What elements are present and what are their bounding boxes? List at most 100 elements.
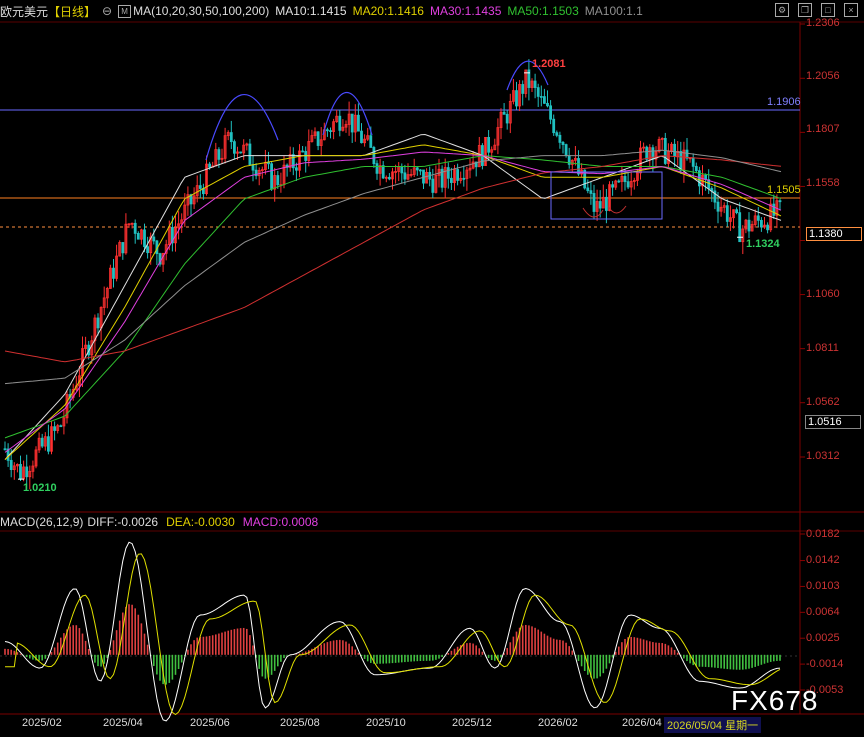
candle-body: [725, 205, 729, 222]
candle-body: [143, 229, 146, 248]
date-tick: 2025/04: [103, 717, 143, 729]
candle-body: [270, 163, 274, 190]
left-price-badge: 1.0516: [805, 415, 861, 429]
date-tick: 2025/02: [22, 717, 62, 729]
candle-body: [248, 143, 252, 166]
candle-body: [403, 172, 407, 180]
period-label[interactable]: 【日线】: [48, 3, 96, 20]
candle-body: [400, 166, 404, 174]
ma-params[interactable]: MA(10,20,30,50,100,200): [133, 4, 269, 18]
candle-body: [456, 169, 460, 181]
candle-body: [152, 236, 156, 242]
candle-body: [121, 242, 125, 254]
candle-body: [558, 134, 562, 143]
candle-body: [694, 165, 698, 172]
recent-low-label: 1.1324: [746, 238, 780, 250]
candle-body: [462, 177, 466, 180]
fx678-watermark: FX678: [731, 685, 819, 716]
candle-body: [59, 425, 63, 428]
candle-body: [47, 436, 50, 452]
chart-header: 欧元美元 【日线】 ⊖ M MA(10,20,30,50,100,200) MA…: [0, 0, 864, 22]
candle-body: [716, 201, 720, 212]
candle-body: [533, 80, 537, 89]
candle-body: [53, 426, 56, 431]
macd-dea: DEA:-0.0030: [166, 515, 235, 529]
cursor-date-flag: 2026/05/04 星期一: [664, 717, 762, 733]
candle-body: [623, 176, 627, 183]
candle-body: [617, 180, 621, 183]
candle-body: [564, 144, 568, 156]
candle-body: [25, 466, 29, 478]
candle-body: [760, 219, 763, 228]
candle-body: [589, 190, 593, 194]
date-tick: 2025/10: [366, 717, 406, 729]
candle-body: [766, 224, 769, 231]
macd-value: MACD:0.0008: [242, 515, 319, 529]
candle-body: [539, 96, 543, 98]
candle-body: [301, 150, 305, 153]
macd-tick: 0.0142: [806, 554, 840, 566]
window-controls: ⚙ ❐ □ ×: [775, 3, 858, 17]
candle-body: [626, 181, 630, 188]
ma10-value: MA10:1.1415: [275, 4, 347, 18]
maximize-icon[interactable]: □: [821, 3, 835, 17]
current-price-badge: 1.1380: [806, 227, 862, 241]
candle-body: [350, 113, 354, 133]
candle-body: [198, 185, 202, 189]
candle-body: [146, 246, 150, 254]
macd-tick: 0.0103: [806, 580, 840, 592]
candle-body: [555, 132, 559, 136]
ma-value-label: 1.1505: [767, 184, 801, 196]
circle-minus-icon[interactable]: ⊖: [102, 4, 112, 18]
candle-body: [136, 233, 140, 240]
candle-body: [561, 141, 565, 145]
candle-body: [217, 149, 221, 160]
candle-body: [673, 143, 676, 157]
price-tick: 1.1558: [806, 177, 840, 189]
resistance-label: 1.1906: [767, 96, 801, 108]
candle-body: [338, 115, 342, 131]
candle-body: [375, 163, 379, 174]
candle-body: [325, 129, 329, 132]
candle-body: [546, 102, 549, 107]
candle-body: [605, 196, 608, 211]
candle-body: [515, 90, 518, 107]
macd-diff: DIFF:-0.0026: [87, 515, 159, 529]
candle-body: [360, 130, 363, 144]
candle-body: [679, 151, 683, 171]
restore-icon[interactable]: ❐: [798, 3, 812, 17]
candle-body: [239, 151, 243, 154]
macd-params[interactable]: MACD(26,12,9): [0, 515, 83, 529]
candle-body: [372, 147, 376, 165]
price-tick: 1.1060: [806, 288, 840, 300]
candle-body: [9, 459, 13, 471]
settings-icon[interactable]: ⚙: [775, 3, 789, 17]
candle-body: [598, 201, 602, 209]
candle-body: [772, 203, 776, 216]
candle-body: [645, 146, 649, 160]
candle-body: [356, 114, 360, 132]
candle-body: [552, 118, 556, 134]
macd-header: MACD(26,12,9) DIFF:-0.0026 DEA:-0.0030 M…: [0, 513, 326, 531]
date-tick: 2025/06: [190, 717, 230, 729]
price-tick: 1.0811: [806, 342, 839, 354]
date-tick: 2025/08: [280, 717, 320, 729]
chart-canvas[interactable]: [0, 0, 864, 737]
close-icon[interactable]: ×: [844, 3, 858, 17]
macd-tick: 0.0025: [806, 632, 840, 644]
date-tick: 2026/04: [622, 717, 662, 729]
price-tick: 1.0312: [806, 450, 840, 462]
candle-body: [369, 135, 373, 148]
candle-body: [586, 187, 590, 192]
low-label: 1.0210: [23, 482, 57, 494]
price-tick: 1.2056: [806, 70, 840, 82]
candle-body: [502, 111, 506, 115]
candle-body: [543, 96, 546, 104]
candle-body: [112, 267, 115, 279]
candle-body: [505, 113, 509, 124]
high-label: 1.2081: [532, 58, 566, 70]
candle-body: [387, 176, 391, 180]
candle-body: [19, 463, 22, 480]
symbol-label[interactable]: 欧元美元: [0, 3, 48, 20]
ma-settings-icon[interactable]: M: [118, 4, 132, 18]
